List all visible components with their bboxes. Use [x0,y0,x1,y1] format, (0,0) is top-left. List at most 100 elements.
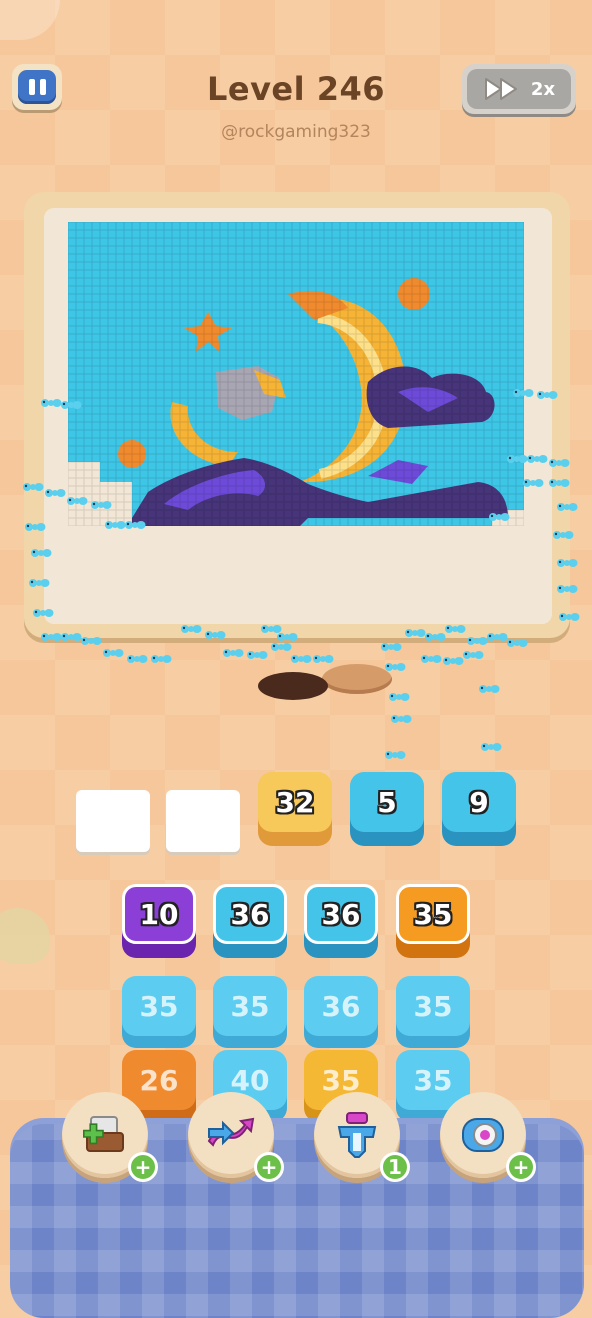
ant-icon [481,743,502,751]
ant-icon [25,523,46,531]
grid-tile[interactable]: 36 [304,976,378,1050]
ant-icon [91,501,112,509]
queue-tile-value: 5 [377,785,397,819]
grid-tile-face: 35 [396,976,470,1036]
grid-tile-face: 26 [122,1050,196,1110]
ant-icon [127,655,148,663]
ant-icon [81,637,102,645]
ant-icon [61,401,82,409]
empty-queue-slot [166,790,240,852]
donut-swap-icon [462,1118,504,1152]
speed-toggle-button[interactable]: 2x [462,64,576,114]
leaf-decoration [0,908,50,964]
ant-icon [557,503,578,511]
ant-icon [45,489,66,497]
ant-icon [553,531,574,539]
ant-icon [247,651,268,659]
ant-icon [29,579,50,587]
ant-icon [31,549,52,557]
grid-tile-face: 10 [122,884,196,944]
ant-icon [205,631,226,639]
ant-icon [105,521,126,529]
ant-icon [385,751,406,759]
grid-tile-value: 26 [139,1063,179,1097]
ant-icon [549,479,570,487]
ant-icon [479,685,500,693]
ant-icon [291,655,312,663]
ant-icon [537,391,558,399]
grid-tile[interactable]: 35 [122,976,196,1050]
ant-icon [549,459,570,467]
magnet-icon [337,1112,377,1158]
pixel-art-canvas [68,222,524,526]
grid-tile[interactable]: 35 [396,976,470,1050]
ant-icon [557,585,578,593]
ant-nest-rim [322,664,392,694]
ant-icon [489,513,510,521]
queue-tile-face: 9 [442,772,516,832]
booster-badge: + [128,1152,158,1182]
ant-icon [405,629,426,637]
queue-tile-face: 32 [258,772,332,832]
grid-tile-face: 36 [304,976,378,1036]
creator-handle: @rockgaming323 [221,122,371,142]
empty-queue-slot [76,790,150,852]
ant-icon [23,483,44,491]
ant-icon [527,455,548,463]
ant-icon [463,651,484,659]
grid-tile-value: 35 [139,989,179,1023]
ant-icon [507,639,528,647]
ant-icon [125,521,146,529]
corner-decoration [0,0,60,40]
ant-icon [467,637,488,645]
ant-icon [41,633,62,641]
ant-icon [425,633,446,641]
ant-icon [277,633,298,641]
grid-tile[interactable]: 36 [304,884,378,958]
ant-icon [559,613,580,621]
grid-tile[interactable]: 10 [122,884,196,958]
grid-tile-value: 35 [413,1063,453,1097]
ant-icon [61,633,82,641]
ant-icon [151,655,172,663]
grid-tile-face: 35 [396,884,470,944]
shuffle-arrows-icon [207,1117,255,1147]
ant-icon [103,649,124,657]
ant-icon [41,399,62,407]
booster-badge: + [254,1152,284,1182]
grid-tile-face: 36 [304,884,378,944]
ant-icon [557,559,578,567]
ant-icon [391,715,412,723]
grid-tile-value: 35 [230,989,270,1023]
grid-tile-value: 10 [139,897,179,931]
ant-icon [181,625,202,633]
booster-badge: + [506,1152,536,1182]
ant-icon [33,609,54,617]
grid-tile-face: 35 [122,976,196,1036]
ant-icon [223,649,244,657]
queue-tile: 9 [442,772,516,846]
grid-tile-value: 35 [413,989,453,1023]
ant-icon [67,497,88,505]
grid-tile-value: 35 [413,897,453,931]
grid-tile-value: 36 [230,897,270,931]
ant-icon [389,693,410,701]
ant-icon [513,389,534,397]
ant-icon [313,655,334,663]
fast-forward-icon [484,78,517,100]
queue-tile: 5 [350,772,424,846]
grid-tile-value: 36 [321,897,361,931]
speed-label: 2x [530,78,556,100]
grid-tile-face: 35 [213,976,287,1036]
grid-tile[interactable]: 36 [213,884,287,958]
ant-icon [487,633,508,641]
ant-icon [443,657,464,665]
pixel-art-moon-image [68,222,524,526]
ant-icon [445,625,466,633]
queue-tile-value: 9 [469,785,489,819]
grid-tile[interactable]: 35 [213,976,287,1050]
ant-icon [507,455,528,463]
queue-tile-face: 5 [350,772,424,832]
grid-tile[interactable]: 35 [396,884,470,958]
grid-tile-value: 36 [321,989,361,1023]
